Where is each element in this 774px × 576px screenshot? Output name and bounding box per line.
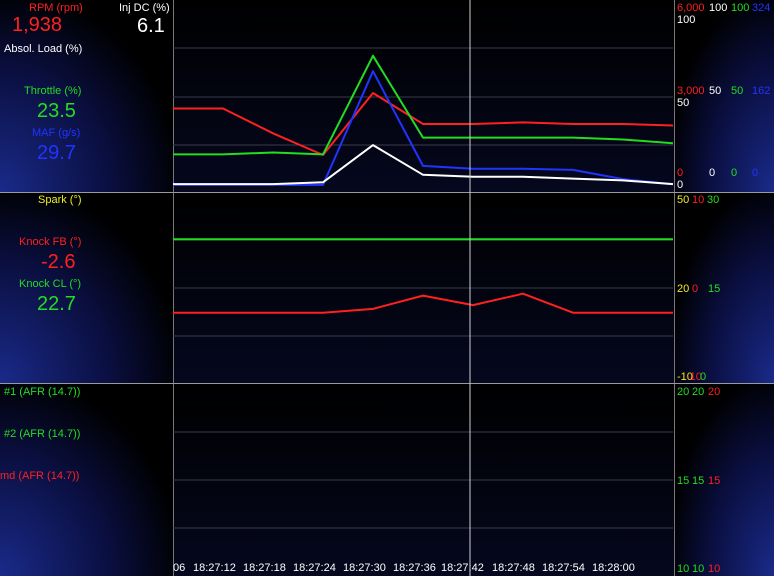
scale2-top-red: 10 bbox=[692, 194, 705, 206]
scale2-mid-yellow: 20 bbox=[677, 283, 690, 295]
injdc-value: 6.1 bbox=[137, 15, 165, 37]
time-tick-label: 18:27:54 bbox=[542, 562, 585, 574]
panel1-series-rpm-line bbox=[173, 92, 674, 156]
scale1-mid-blue: 162 bbox=[752, 85, 771, 97]
time-tick-label: 18:27:42 bbox=[441, 562, 484, 574]
spark-label: Spark (°) bbox=[38, 194, 82, 206]
scale1-mid-white2: 50 bbox=[677, 97, 690, 109]
data-logger-window: 06 18:27:12 18:27:18 18:27:24 18:27:30 18:27:… bbox=[0, 0, 774, 576]
scale1-top-white2: 100 bbox=[677, 14, 696, 26]
scale1-bot-blue: 0 bbox=[752, 167, 759, 179]
throttle-value: 23.5 bbox=[37, 100, 76, 122]
scale1-mid-red: 3,000 bbox=[677, 85, 705, 97]
scale1-bot-red: 0 bbox=[677, 167, 684, 179]
scale3-bot-a: 10 bbox=[677, 563, 690, 575]
injdc-label: Inj DC (%) bbox=[119, 2, 170, 14]
time-tick-label: 18:27:36 bbox=[393, 562, 436, 574]
knockcl-label: Knock CL (°) bbox=[19, 278, 82, 290]
knockcl-value: 22.7 bbox=[37, 293, 76, 315]
scale1-bot-white: 0 bbox=[709, 167, 716, 179]
time-tick-label: 18:27:30 bbox=[343, 562, 386, 574]
scale3-mid-a: 15 bbox=[677, 475, 690, 487]
scale1-mid-green: 50 bbox=[731, 85, 744, 97]
scale2-top-yellow: 50 bbox=[677, 194, 690, 206]
afr1-label: #1 (AFR (14.7)) bbox=[4, 386, 81, 398]
knockfb-label: Knock FB (°) bbox=[19, 236, 82, 248]
panel1-series-throttle-line bbox=[173, 54, 674, 156]
panel2-series-knockfb-line bbox=[173, 292, 673, 314]
scale1-bot-green: 0 bbox=[731, 167, 738, 179]
scale3-top-a: 20 bbox=[677, 386, 690, 398]
scale2-mid-red: 0 bbox=[692, 283, 699, 295]
scale1-top-red: 6,000 bbox=[677, 2, 705, 14]
scale2-top-green: 30 bbox=[707, 194, 720, 206]
time-tick-label: 18:27:12 bbox=[193, 562, 236, 574]
scale2-mid-green: 15 bbox=[708, 283, 721, 295]
scale1-top-blue: 324 bbox=[752, 2, 771, 14]
scale1-top-green: 100 bbox=[731, 2, 750, 14]
afr-cmd-label: md (AFR (14.7)) bbox=[0, 470, 80, 482]
maf-value: 29.7 bbox=[37, 142, 76, 164]
scale3-mid-c: 15 bbox=[708, 475, 721, 487]
scale1-top-white: 100 bbox=[709, 2, 728, 14]
load-label: Absol. Load (%) bbox=[4, 43, 83, 55]
scale3-top-b: 20 bbox=[692, 386, 705, 398]
rpm-value: 1,938 bbox=[12, 14, 63, 36]
time-tick-label: 18:27:24 bbox=[293, 562, 336, 574]
scale3-top-c: 20 bbox=[708, 386, 721, 398]
scale1-mid-white: 50 bbox=[709, 85, 722, 97]
scale1-bot-white2: 0 bbox=[677, 179, 684, 191]
afr2-label: #2 (AFR (14.7)) bbox=[4, 428, 81, 440]
scale2-bot-green: 0 bbox=[700, 371, 707, 383]
knockfb-value: -2.6 bbox=[41, 251, 76, 273]
scale3-bot-c: 10 bbox=[708, 563, 721, 575]
time-tick-label: 18:27:48 bbox=[492, 562, 535, 574]
rpm-label: RPM (rpm) bbox=[29, 2, 83, 14]
time-tick-label: 06 bbox=[173, 562, 185, 574]
time-tick-label: 18:27:18 bbox=[243, 562, 286, 574]
scale3-mid-b: 15 bbox=[692, 475, 705, 487]
maf-label: MAF (g/s) bbox=[32, 127, 81, 139]
panel1-series-maf-line bbox=[173, 70, 674, 186]
throttle-label: Throttle (%) bbox=[24, 85, 82, 97]
scale3-bot-b: 10 bbox=[692, 563, 705, 575]
chart-svg: 06 18:27:12 18:27:18 18:27:24 18:27:30 18:27:… bbox=[173, 0, 674, 576]
time-tick-label: 18:28:00 bbox=[592, 562, 635, 574]
